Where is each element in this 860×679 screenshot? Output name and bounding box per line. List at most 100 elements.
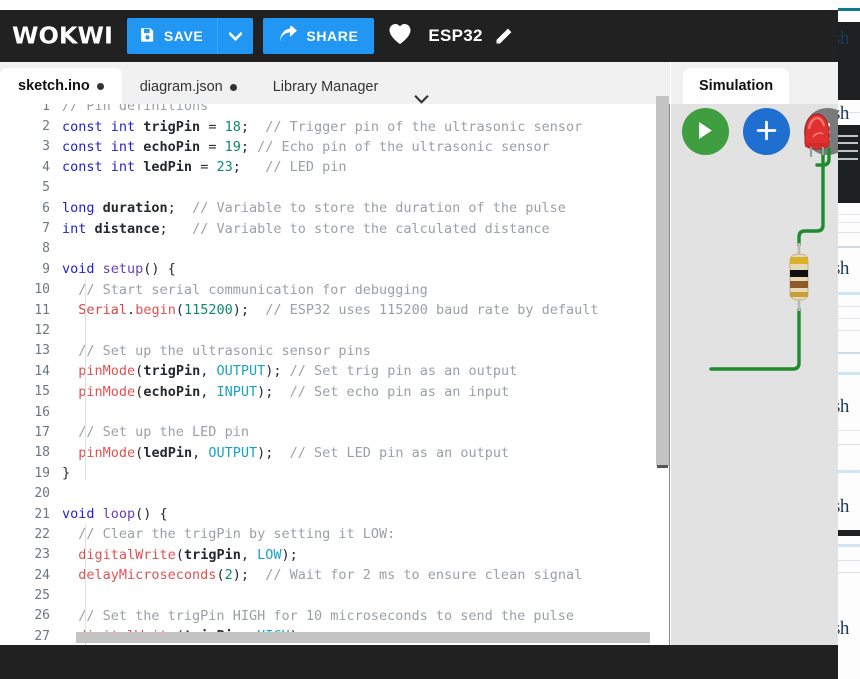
code-text: digitalWrite(trigPin, LOW); [62,547,298,563]
code-line[interactable]: 25 [0,585,669,605]
line-number: 17 [34,424,50,440]
code-line[interactable]: 13 // Set up the ultrasonic sensor pins [0,341,669,361]
chevron-down-icon [228,29,244,44]
line-number: 25 [34,588,50,604]
code-lines[interactable]: 1// Pin definitions 2 const int trigPin = … [0,96,669,645]
indent-guide [85,525,86,645]
code-line[interactable]: 2 const int trigPin = 18; // Trigger pin … [0,116,669,136]
code-line[interactable]: 11 Serial.begin(115200); // ESP32 uses 1… [0,300,669,320]
line-number: 15 [34,384,50,400]
code-line[interactable]: 10 // Start serial communication for deb… [0,280,669,300]
code-token: duration [102,200,168,217]
code-text: int distance; // Variable to store the c… [62,221,550,237]
share-button[interactable]: SHARE [263,18,375,54]
code-line[interactable]: 15 pinMode(echoPin, INPUT); // Set echo … [0,381,669,401]
code-token: // Variable to store the duration of the… [192,200,566,217]
editor-horizontal-scrollbar[interactable] [76,632,650,643]
code-text: } [62,465,70,481]
heart-icon[interactable] [388,23,412,49]
line-number: 3 [42,139,50,155]
tab-simulation[interactable]: Simulation [683,68,790,104]
code-token: const int [62,159,144,176]
code-line[interactable]: 14 pinMode(trigPin, OUTPUT); // Set trig… [0,361,669,381]
code-token: // Trigger pin of the ultrasonic sensor [265,118,583,135]
bottom-bar [0,645,838,679]
code-token: ; [232,159,266,176]
code-line[interactable]: 9 void setup() { [0,259,669,279]
code-token: distance [94,220,160,237]
code-token: ); [265,363,290,380]
code-token: trigPin [183,546,241,563]
wokwi-logo[interactable]: WOKWI [12,23,113,50]
code-line[interactable]: 17 // Set up the LED pin [0,422,669,442]
code-line[interactable]: 20 [0,483,669,503]
code-token: OUTPUT [216,363,266,380]
code-line[interactable]: 19} [0,463,669,483]
save-options-button[interactable] [217,18,254,54]
code-line[interactable]: 8 [0,239,669,259]
editor-vertical-scrollbar[interactable] [656,96,669,645]
code-line[interactable]: 7 int distance; // Variable to store the … [0,218,669,238]
code-token: int [62,220,95,237]
code-token: , [240,546,258,563]
code-text: pinMode(ledPin, OUTPUT); // Set LED pin … [62,445,509,461]
code-token: = [192,159,217,176]
code-token: 2 [224,567,233,584]
pencil-icon[interactable] [493,26,514,47]
code-token: ( [216,567,225,584]
code-token: digitalWrite [78,546,176,563]
line-number: 24 [34,567,50,583]
code-editor[interactable]: 1// Pin definitions 2 const int trigPin = … [0,96,670,645]
code-text: void loop() { [62,506,168,522]
code-token: ledPin [143,159,193,176]
circuit-diagram[interactable] [671,97,838,645]
code-token: // Set the trigPin HIGH for 10 microseco… [78,607,575,624]
unsaved-dot-icon [229,83,237,91]
code-line[interactable]: 23 digitalWrite(trigPin, LOW); [0,545,669,565]
code-token: delayMicroseconds [78,567,217,584]
code-line[interactable]: 5 [0,178,669,198]
tab-sketch-ino[interactable]: sketch.ino [0,68,122,104]
code-line[interactable]: 4 const int ledPin = 23; // LED pin [0,157,669,177]
tab-overflow-button[interactable] [414,94,429,104]
line-number: 26 [34,608,50,624]
code-text: // Clear the trigPin by setting it LOW: [62,526,395,542]
save-button[interactable]: SAVE [126,18,218,54]
line-number: 2 [42,119,50,135]
code-line[interactable]: 26 // Set the trigPin HIGH for 10 micros… [0,606,669,626]
code-line[interactable]: 22 // Clear the trigPin by setting it LO… [0,524,669,544]
code-token: trigPin [143,118,201,135]
code-text: // Set up the ultrasonic sensor pins [62,343,371,359]
code-line[interactable]: 12 [0,320,669,340]
code-line[interactable]: 24 delayMicroseconds(2); // Wait for 2 m… [0,565,669,585]
code-line[interactable]: 21 void loop() { [0,504,669,524]
code-token: void [62,506,103,522]
line-number: 11 [34,302,50,318]
code-token: OUTPUT [208,444,258,461]
share-button-label: SHARE [306,28,359,44]
code-token: . [127,302,136,319]
code-line[interactable]: 18 pinMode(ledPin, OUTPUT); // Set LED p… [0,443,669,463]
tab-library-manager[interactable]: Library Manager [255,70,397,104]
scrollbar-thumb[interactable] [656,96,669,466]
code-token: ); [281,546,298,563]
code-token: LOW [257,546,282,563]
code-token: 115200 [183,302,233,319]
top-toolbar: WOKWI SAVE SHARE ESP32 [0,10,838,62]
line-number: 27 [34,628,50,644]
code-line[interactable]: 3 const int echoPin = 19; // Echo pin of … [0,137,669,157]
tab-diagram-json[interactable]: diagram.json [122,70,255,104]
line-number: 14 [34,363,50,379]
code-text: const int echoPin = 19; // Echo pin of t… [62,139,550,155]
wire-green [709,147,831,371]
code-token: // Set up the LED pin [78,424,249,441]
code-line[interactable]: 6 long duration; // Variable to store the… [0,198,669,218]
code-token: // Echo pin of the ultrasonic sensor [257,138,550,155]
tab-label: sketch.ino [18,78,90,94]
code-line[interactable]: 16 [0,402,669,422]
code-token: begin [135,302,176,319]
